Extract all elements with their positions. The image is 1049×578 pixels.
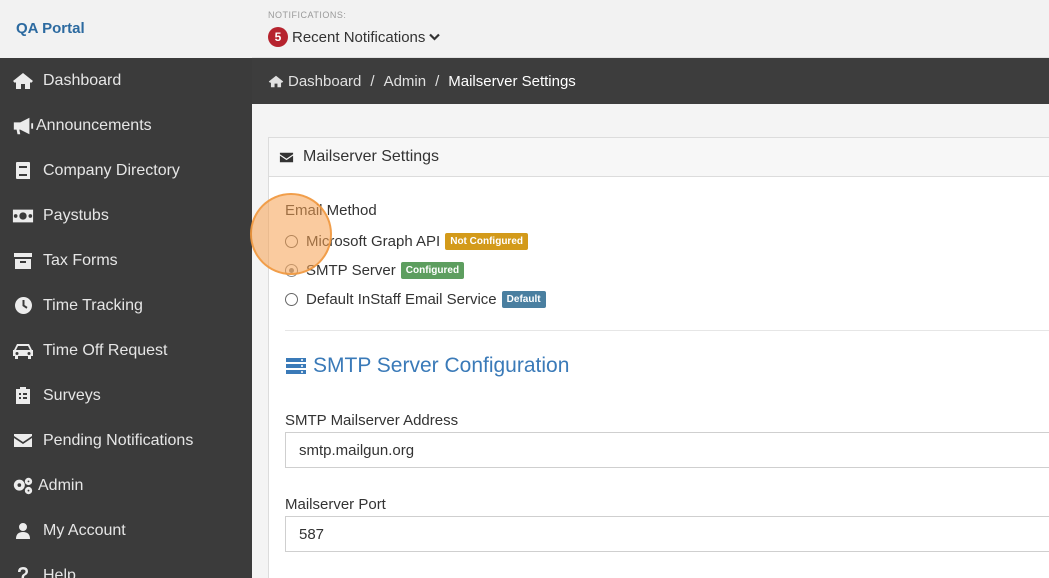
sidebar-item-time-off-request[interactable]: Time Off Request xyxy=(0,328,252,373)
notifications-text: Recent Notifications xyxy=(292,28,426,46)
status-badge-not-configured: Not Configured xyxy=(445,233,528,250)
sidebar: Dashboard Announcements Company Director… xyxy=(0,58,252,578)
mailserver-settings-panel: Mailserver Settings Email Method Microso… xyxy=(268,137,1049,578)
brand-label: QA Portal xyxy=(16,20,85,37)
sidebar-item-label: Dashboard xyxy=(43,71,122,89)
breadcrumb-separator: / xyxy=(435,72,440,90)
sidebar-item-announcements[interactable]: Announcements xyxy=(0,103,252,148)
option-microsoft-graph[interactable]: Microsoft Graph API Not Configured xyxy=(285,233,528,250)
panel-title: Mailserver Settings xyxy=(303,148,440,165)
sidebar-item-tax-forms[interactable]: Tax Forms xyxy=(0,238,252,283)
smtp-title-text: SMTP Server Configuration xyxy=(313,354,570,377)
panel-header: Mailserver Settings xyxy=(269,138,1049,177)
sidebar-item-label: Company Directory xyxy=(43,161,180,179)
smtp-address-label: SMTP Mailserver Address xyxy=(285,412,459,429)
sidebar-item-label: Admin xyxy=(38,476,84,494)
port-label: Mailserver Port xyxy=(285,496,386,513)
sidebar-item-my-account[interactable]: My Account xyxy=(0,508,252,553)
email-method-label: Email Method xyxy=(285,202,377,219)
book-icon xyxy=(12,161,34,181)
port-input[interactable] xyxy=(285,516,1049,552)
sidebar-item-label: Paystubs xyxy=(43,206,109,224)
clock-icon xyxy=(12,296,34,316)
notifications-label: NOTIFICATIONS: xyxy=(268,10,347,20)
gears-icon xyxy=(12,476,34,496)
sidebar-item-pending-notifications[interactable]: Pending Notifications xyxy=(0,418,252,463)
breadcrumb-current: Mailserver Settings xyxy=(448,72,576,90)
car-icon xyxy=(12,341,34,361)
sidebar-item-surveys[interactable]: Surveys xyxy=(0,373,252,418)
option-smtp-server[interactable]: SMTP Server Configured xyxy=(285,262,465,279)
sidebar-item-help[interactable]: Help xyxy=(0,553,252,578)
smtp-address-input[interactable] xyxy=(285,432,1049,468)
sidebar-item-label: My Account xyxy=(43,521,126,539)
breadcrumb-separator: / xyxy=(370,72,375,90)
option-label: Default InStaff Email Service xyxy=(306,291,497,308)
envelope-icon xyxy=(12,431,34,451)
sidebar-item-label: Tax Forms xyxy=(43,251,118,269)
notification-count-badge: 5 xyxy=(268,27,288,47)
sidebar-item-dashboard[interactable]: Dashboard xyxy=(0,58,252,103)
sidebar-item-label: Pending Notifications xyxy=(43,431,194,449)
radio-smtp-server[interactable] xyxy=(285,264,298,277)
archive-icon xyxy=(12,251,34,271)
divider xyxy=(285,330,1049,331)
home-icon xyxy=(12,71,34,91)
sidebar-item-label: Time Tracking xyxy=(43,296,143,314)
money-icon xyxy=(12,206,34,226)
notifications-dropdown[interactable]: 5 Recent Notifications xyxy=(268,27,441,47)
breadcrumb: Dashboard / Admin / Mailserver Settings xyxy=(252,58,1049,104)
radio-microsoft-graph[interactable] xyxy=(285,235,298,248)
sidebar-item-label: Surveys xyxy=(43,386,101,404)
sidebar-item-label: Time Off Request xyxy=(43,341,168,359)
question-icon xyxy=(12,566,34,578)
sidebar-item-admin[interactable]: Admin xyxy=(0,463,252,508)
sidebar-item-label: Help xyxy=(43,566,76,578)
radio-default-instaff[interactable] xyxy=(285,293,298,306)
status-badge-default: Default xyxy=(501,291,546,308)
option-default-instaff[interactable]: Default InStaff Email Service Default xyxy=(285,291,546,308)
sidebar-item-time-tracking[interactable]: Time Tracking xyxy=(0,283,252,328)
clipboard-icon xyxy=(12,386,34,406)
envelope-icon xyxy=(279,152,294,162)
option-label: SMTP Server xyxy=(306,262,396,279)
home-icon xyxy=(268,75,284,88)
status-badge-configured: Configured xyxy=(400,262,465,279)
chevron-down-icon xyxy=(429,33,441,41)
sidebar-item-label: Announcements xyxy=(36,116,152,134)
server-icon xyxy=(286,358,306,374)
sidebar-item-company-directory[interactable]: Company Directory xyxy=(0,148,252,193)
brand[interactable]: QA Portal xyxy=(0,0,252,58)
option-label: Microsoft Graph API xyxy=(306,233,441,250)
sidebar-item-paystubs[interactable]: Paystubs xyxy=(0,193,252,238)
user-icon xyxy=(12,521,34,541)
smtp-section-title: SMTP Server Configuration xyxy=(285,354,569,378)
breadcrumb-dashboard-link[interactable]: Dashboard xyxy=(288,73,361,90)
breadcrumb-admin-link[interactable]: Admin xyxy=(384,73,427,90)
megaphone-icon xyxy=(12,116,34,136)
top-bar: QA Portal NOTIFICATIONS: 5 Recent Notifi… xyxy=(0,0,1049,58)
